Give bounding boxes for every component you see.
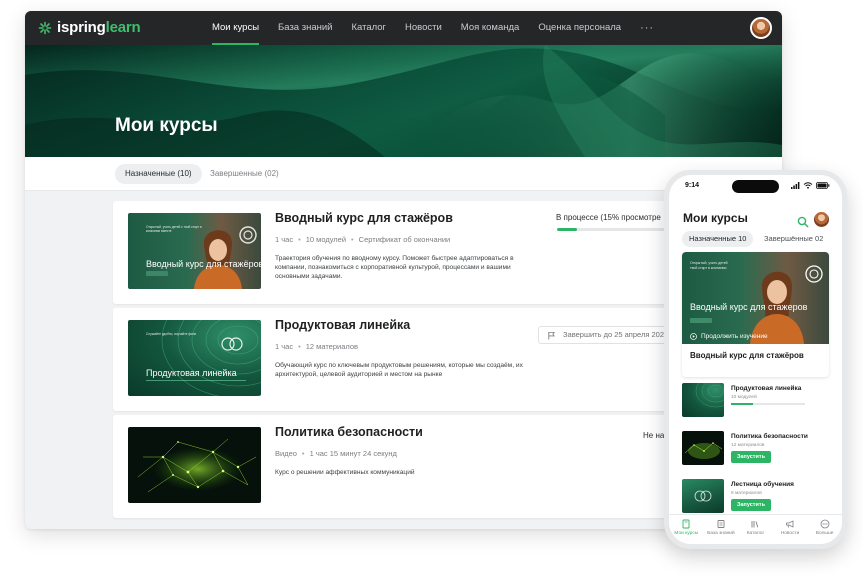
phone-page-title: Мои курсы bbox=[683, 211, 748, 225]
course-title[interactable]: Политика безопасности bbox=[275, 425, 423, 439]
featured-thumbnail-title: Вводный курс для стажеров bbox=[690, 302, 808, 312]
svg-text:твой старт в компании: твой старт в компании bbox=[690, 266, 726, 270]
phone-bottom-nav: Мои курсы База знаний Каталог Новости Бо… bbox=[669, 514, 842, 544]
phone-course-item[interactable]: Продуктовая линейка 10 модулей bbox=[682, 383, 829, 423]
course-description: Траектория обучения по вводному курсу. П… bbox=[275, 255, 514, 280]
phone-featured-course[interactable]: Открытый, учить детей твой старт в компа… bbox=[682, 252, 829, 377]
phone-tab-completed[interactable]: Завершённые 02 bbox=[757, 231, 830, 247]
tab-completed[interactable]: Завершенные (02) bbox=[200, 164, 289, 184]
bottom-nav-my-courses[interactable]: Мои курсы bbox=[669, 515, 703, 544]
course-card[interactable]: Слушайте удобно, изучайте фичи Продуктов… bbox=[113, 308, 708, 411]
bottom-nav-news[interactable]: Новости bbox=[773, 515, 807, 544]
course-meta: 8 материалов bbox=[731, 491, 762, 496]
top-navigation: ispringlearn Мои курсы База знаний Катал… bbox=[25, 11, 782, 45]
status-time: 9:14 bbox=[685, 182, 700, 189]
thumbnail-caption: Открытый, учить детей с твой старт в ком… bbox=[146, 225, 202, 233]
phone-notch bbox=[732, 180, 779, 193]
logo-pattern bbox=[694, 490, 712, 502]
nav-item-news[interactable]: Новости bbox=[405, 11, 442, 45]
library-icon bbox=[717, 520, 725, 528]
course-meta: 1 час • 12 материалов bbox=[275, 342, 358, 351]
hero-wave-background bbox=[25, 45, 782, 157]
course-thumbnail bbox=[682, 431, 724, 465]
more-icon bbox=[820, 519, 830, 529]
course-title: Лестница обучения bbox=[731, 481, 794, 488]
course-thumbnail[interactable] bbox=[128, 427, 261, 503]
phone-frame: 9:14 Мои курсы Назначенные 10 Завершённы… bbox=[664, 170, 847, 549]
nav-item-catalog[interactable]: Каталог bbox=[351, 11, 386, 45]
course-meta: 12 материалов bbox=[731, 443, 765, 448]
course-meta: Видео • 1 час 15 минут 24 секунд bbox=[275, 449, 397, 458]
course-meta: 1 час • 10 модулей • Сертификат об окончании bbox=[275, 235, 451, 244]
megaphone-icon bbox=[786, 520, 794, 528]
featured-course-thumbnail: Открытый, учить детей твой старт в компа… bbox=[682, 252, 829, 344]
course-status: В процессе (15% просмотре bbox=[556, 213, 661, 222]
page-title: Мои курсы bbox=[115, 115, 218, 136]
course-meta: 10 модулей bbox=[731, 395, 757, 400]
course-thumbnail bbox=[682, 383, 724, 417]
nav-item-my-courses[interactable]: Мои курсы bbox=[212, 11, 260, 45]
course-thumbnail[interactable]: Открытый, учить детей с твой старт в ком… bbox=[128, 213, 261, 289]
phone-screen: 9:14 Мои курсы Назначенные 10 Завершённы… bbox=[669, 175, 842, 544]
featured-course-title: Вводный курс для стажёров bbox=[690, 351, 804, 360]
status-icons bbox=[791, 182, 830, 189]
hero-banner: Мои курсы bbox=[25, 45, 782, 157]
course-card[interactable]: Открытый, учить детей с твой старт в ком… bbox=[113, 201, 693, 304]
phone-user-avatar[interactable] bbox=[813, 211, 830, 228]
nav-item-staff-assessment[interactable]: Оценка персонала bbox=[538, 11, 621, 45]
play-icon bbox=[690, 333, 697, 340]
ispring-logo-icon bbox=[38, 21, 52, 34]
wifi-icon bbox=[803, 182, 813, 189]
course-thumbnail bbox=[682, 479, 724, 513]
network-pattern bbox=[137, 438, 257, 493]
course-title: Продуктовая линейка bbox=[731, 385, 802, 392]
bottom-nav-catalog[interactable]: Каталог bbox=[738, 515, 772, 544]
course-status: Не на bbox=[643, 431, 665, 440]
signal-icon bbox=[791, 182, 800, 189]
waves-pattern bbox=[695, 383, 724, 408]
svg-text:Открытый, учить детей: Открытый, учить детей bbox=[690, 261, 728, 265]
course-title: Политика безопасности bbox=[731, 433, 808, 440]
thumbnail-title: Продуктовая линейка bbox=[146, 368, 237, 378]
logo[interactable]: ispringlearn bbox=[38, 19, 141, 36]
course-title[interactable]: Продуктовая линейка bbox=[275, 318, 410, 332]
course-description: Курс о решении аффективных коммуникаций bbox=[275, 469, 415, 476]
nav-more-icon[interactable]: ··· bbox=[640, 11, 654, 45]
main-nav: Мои курсы База знаний Каталог Новости Мо… bbox=[212, 11, 673, 45]
logo-text: ispringlearn bbox=[57, 19, 141, 36]
phone-tab-assigned[interactable]: Назначенные 10 bbox=[682, 231, 754, 247]
nav-item-my-team[interactable]: Моя команда bbox=[461, 11, 520, 45]
course-thumbnail[interactable]: Слушайте удобно, изучайте фичи Продуктов… bbox=[128, 320, 261, 396]
phone-course-item[interactable]: Политика безопасности 12 материалов Запу… bbox=[682, 431, 829, 471]
flag-icon bbox=[548, 331, 556, 340]
course-progress-bar bbox=[731, 403, 805, 405]
user-avatar[interactable] bbox=[750, 17, 772, 39]
launch-button[interactable]: Запустить bbox=[731, 451, 771, 463]
continue-learning-button[interactable]: Продолжить изучение bbox=[690, 333, 768, 340]
nav-item-knowledge-base[interactable]: База знаний bbox=[278, 11, 332, 45]
bottom-nav-more[interactable]: Больше bbox=[808, 515, 842, 544]
catalog-icon bbox=[752, 521, 759, 528]
search-icon[interactable] bbox=[797, 216, 809, 228]
bottom-nav-knowledge-base[interactable]: База знаний bbox=[704, 515, 738, 544]
course-card[interactable]: Политика безопасности Видео • 1 час 15 мин… bbox=[113, 415, 693, 518]
phone-course-item[interactable]: Лестница обучения 8 материалов Запустить bbox=[682, 479, 829, 519]
launch-button[interactable]: Запустить bbox=[731, 499, 771, 511]
battery-icon bbox=[816, 182, 830, 189]
network-pattern bbox=[684, 442, 723, 459]
instructor-photo: Открытый, учить детей твой старт в компа… bbox=[690, 261, 823, 344]
course-title[interactable]: Вводный курс для стажёров bbox=[275, 211, 453, 225]
thumbnail-title: Вводный курс для стажёров bbox=[146, 259, 261, 269]
book-icon bbox=[682, 519, 690, 529]
thumbnail-caption: Слушайте удобно, изучайте фичи bbox=[146, 332, 197, 336]
course-description: Обучающий курс по ключевым продуктовым р… bbox=[275, 362, 523, 378]
tab-assigned[interactable]: Назначенные (10) bbox=[115, 164, 202, 184]
